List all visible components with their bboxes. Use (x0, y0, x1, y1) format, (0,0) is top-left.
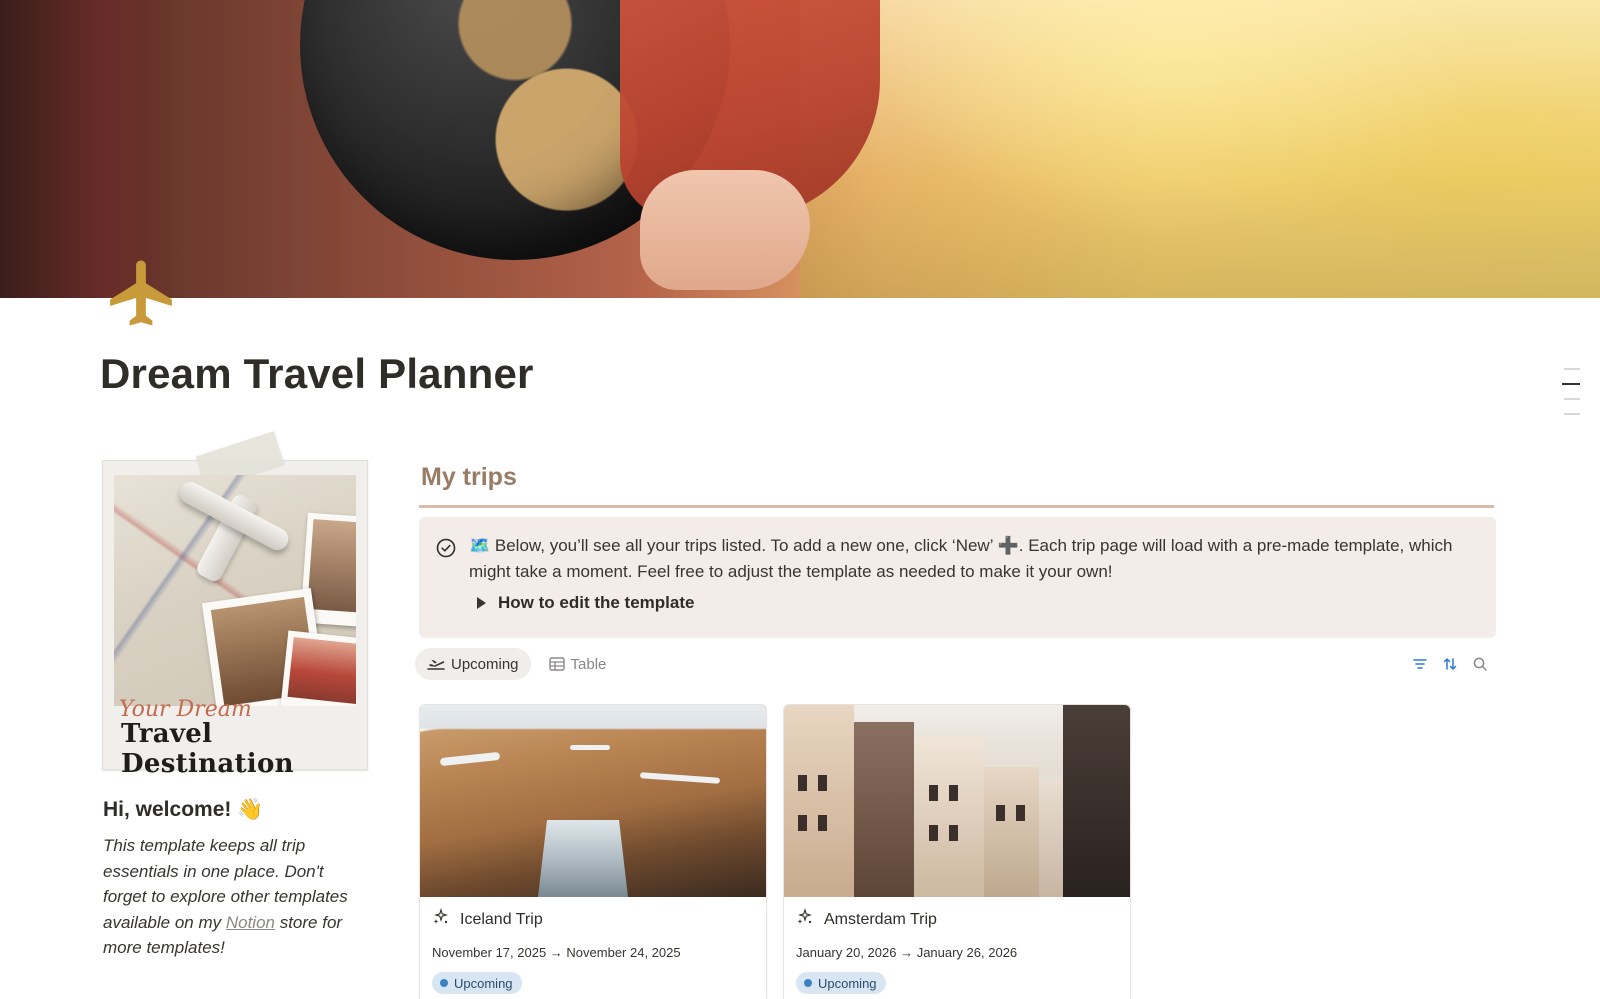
search-icon[interactable] (1472, 656, 1488, 672)
trip-cover-amsterdam (784, 705, 1130, 897)
trip-dates: January 20, 2026 → January 26, 2026 (796, 945, 1018, 960)
check-circle-icon (436, 538, 456, 558)
toggle-label: How to edit the template (498, 593, 695, 612)
section-title-my-trips: My trips (421, 463, 517, 491)
cover-image (0, 0, 1600, 298)
trip-name: Amsterdam Trip (824, 910, 937, 928)
page-title: Dream Travel Planner (100, 350, 534, 397)
trip-card[interactable]: Iceland Trip November 17, 2025 → Novembe… (419, 704, 767, 999)
table-icon (548, 657, 565, 671)
toggle-triangle-icon[interactable] (477, 597, 486, 609)
status-badge: Upcoming (796, 972, 886, 994)
tab-upcoming[interactable]: Upcoming (415, 648, 531, 680)
tab-table-label: Table (570, 655, 607, 673)
sparkles-icon (432, 908, 450, 931)
airplane-icon[interactable] (102, 254, 180, 332)
tab-upcoming-label: Upcoming (451, 655, 519, 673)
trip-cover-iceland (420, 705, 766, 897)
welcome-heading: Hi, welcome! 👋 (103, 798, 264, 821)
sparkles-icon (796, 908, 814, 931)
intro-text: This template keeps all trip essentials … (103, 836, 348, 957)
polaroid-caption: Travel Destination (121, 719, 294, 779)
info-callout: 🗺️ Below, you’ll see all your trips list… (419, 517, 1496, 638)
tab-table[interactable]: Table (537, 648, 619, 680)
plane-departure-icon (427, 660, 445, 670)
toggle-how-to-edit[interactable]: How to edit the template (475, 593, 694, 613)
filter-icon[interactable] (1412, 656, 1428, 672)
status-badge: Upcoming (432, 972, 522, 994)
database-toolbar (1412, 656, 1502, 672)
table-of-contents-indicator[interactable] (1560, 368, 1580, 428)
cover-polaroid-image: Your Dream Travel Destination (102, 431, 368, 779)
notion-store-link[interactable]: Notion (226, 913, 275, 932)
database-view-tabs: Upcoming Table (415, 647, 624, 681)
trip-name: Iceland Trip (460, 910, 543, 928)
callout-text: 🗺️ Below, you’ll see all your trips list… (469, 536, 1453, 581)
trip-dates: November 17, 2025 → November 24, 2025 (432, 945, 681, 960)
sort-icon[interactable] (1442, 656, 1458, 672)
trip-card[interactable]: Amsterdam Trip January 20, 2026 → Januar… (783, 704, 1131, 999)
section-divider (419, 505, 1494, 508)
